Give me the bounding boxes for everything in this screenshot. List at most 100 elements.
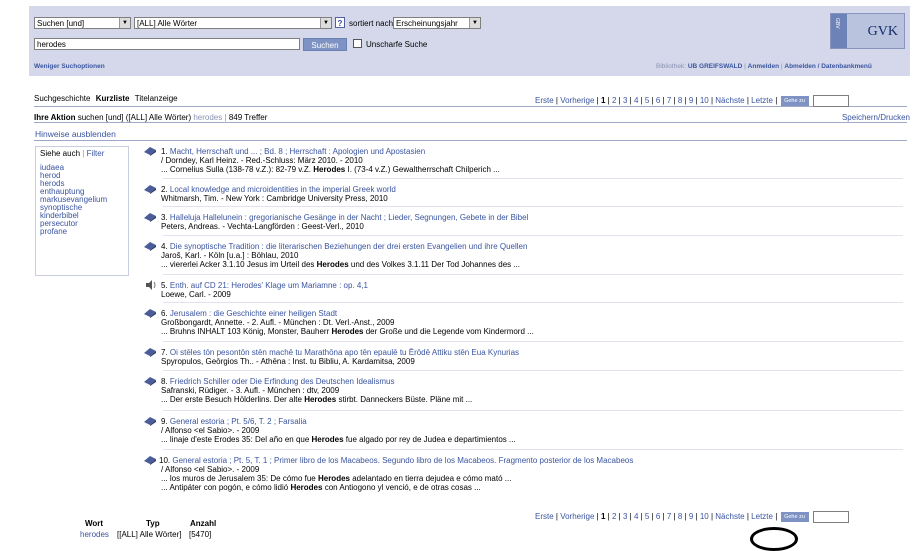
divider xyxy=(163,206,903,207)
pager-last[interactable]: Letzte xyxy=(751,96,773,105)
pager-page-8[interactable]: 8 xyxy=(678,512,682,521)
stats-word-link[interactable]: herodes xyxy=(80,530,109,539)
gvk-logo: GBV GVK xyxy=(830,13,905,49)
help-icon[interactable]: ? xyxy=(335,17,345,28)
result-title-link[interactable]: Oi stēles tōn pesontōn stēn machē tu Mar… xyxy=(170,348,519,357)
result-number: 10. xyxy=(159,456,171,465)
result-title-link[interactable]: Jerusalem : die Geschichte einer heilige… xyxy=(170,309,337,318)
result-title-link[interactable]: Halleluja Hallelunein : gregorianische G… xyxy=(170,213,528,222)
goto-input[interactable] xyxy=(812,511,849,523)
pager-page-6[interactable]: 6 xyxy=(656,96,660,105)
result-title-link[interactable]: Friedrich Schiller oder Die Erfindung de… xyxy=(170,377,395,386)
pager-prev[interactable]: Vorherige xyxy=(560,512,594,521)
pager-prev[interactable]: Vorherige xyxy=(560,96,594,105)
result-snippet: ... viererlei Acker 3.1.10 Jesus im Urte… xyxy=(161,260,521,269)
goto-button[interactable]: Gehe zu xyxy=(780,96,809,106)
result-number: 3. xyxy=(161,213,168,222)
pager-page-2[interactable]: 2 xyxy=(612,96,616,105)
fuzzy-search-label: Unscharfe Suche xyxy=(366,40,428,49)
pager-page-3[interactable]: 3 xyxy=(623,96,627,105)
action-label: Ihre Aktion xyxy=(34,113,76,122)
hide-hints-link[interactable]: Hinweise ausblenden xyxy=(35,129,116,139)
fuzzy-search-checkbox[interactable] xyxy=(353,39,362,48)
book-icon xyxy=(144,417,156,426)
chevron-down-icon: ▼ xyxy=(320,18,331,28)
result-number: 5. xyxy=(161,281,168,290)
result-title-link[interactable]: Enth. auf CD 21: Herodes' Klage um Maria… xyxy=(170,281,368,290)
index-select-value: [ALL] Alle Wörter xyxy=(137,19,198,28)
index-select[interactable]: [ALL] Alle Wörter ▼ xyxy=(134,17,332,29)
book-icon xyxy=(144,185,156,194)
pager-page-9[interactable]: 9 xyxy=(689,96,693,105)
sort-select[interactable]: Erscheinungsjahr ▼ xyxy=(393,17,481,29)
pager-page-4[interactable]: 4 xyxy=(634,512,638,521)
search-input[interactable]: herodes xyxy=(34,38,300,50)
result-title-link[interactable]: Local knowledge and microidentities in t… xyxy=(170,185,396,194)
tab-title-view[interactable]: Titelanzeige xyxy=(135,94,178,103)
pager-bottom: Erste | Vorherige | 1 | 2 | 3 | 4 | 5 | … xyxy=(535,511,850,523)
result-title-link[interactable]: Die synoptische Tradition : die literari… xyxy=(170,242,528,251)
sort-select-value: Erscheinungsjahr xyxy=(396,19,458,28)
result-details: / Alfonso <el Sabio>. - 2009 xyxy=(161,465,260,474)
result-snippet: ... Antipáter con pogón, e cómo lidió He… xyxy=(161,483,481,492)
pager-page-9[interactable]: 9 xyxy=(689,512,693,521)
book-icon xyxy=(144,377,156,386)
pager-next[interactable]: Nächste xyxy=(715,96,744,105)
search-button[interactable]: Suchen xyxy=(303,38,347,51)
pager-next[interactable]: Nächste xyxy=(715,512,744,521)
see-also-label: Siehe auch xyxy=(40,149,81,158)
pager-page-10[interactable]: 10 xyxy=(700,96,709,105)
tab-short-list[interactable]: Kurzliste xyxy=(96,94,130,103)
pager-page-4[interactable]: 4 xyxy=(634,96,638,105)
pager-last[interactable]: Letzte xyxy=(751,512,773,521)
pager-page-5[interactable]: 5 xyxy=(645,96,649,105)
tab-history[interactable]: Suchgeschichte xyxy=(34,94,90,103)
pager-page-1: 1 xyxy=(600,512,606,522)
pager-page-10[interactable]: 10 xyxy=(700,512,709,521)
login-link[interactable]: Anmelden xyxy=(748,63,779,70)
pager-page-8[interactable]: 8 xyxy=(678,96,682,105)
divider xyxy=(34,122,907,123)
divider xyxy=(163,370,903,371)
fewer-options-link[interactable]: Weniger Suchoptionen xyxy=(34,63,105,70)
logout-link[interactable]: Abmelden / Datenbankmenü xyxy=(784,63,871,70)
library-name-link[interactable]: UB GREIFSWALD xyxy=(688,63,743,70)
pager-page-6[interactable]: 6 xyxy=(656,512,660,521)
pager-page-7[interactable]: 7 xyxy=(667,96,671,105)
goto-button[interactable]: Gehe zu xyxy=(780,512,809,522)
result-title-link[interactable]: General estoria ; Pt. 5, T. 1 ; Primer l… xyxy=(172,456,633,465)
result-snippet: ... Cornelius Sulla (138-78 v.Z.): 82-79… xyxy=(161,165,500,174)
result-snippet: ... linaje d'este Erodes 35: Del año en … xyxy=(161,435,516,444)
stats-header-word: Wort xyxy=(85,519,104,528)
result-details: / Dorndey, Karl Heinz. - Red.-Schluss: M… xyxy=(161,156,363,165)
divider xyxy=(163,302,903,303)
result-title-link[interactable]: Macht, Herrschaft und ... ; Bd. 8 ; Herr… xyxy=(170,147,425,156)
result-details: Großbongardt, Annette. - 2. Aufl. - Münc… xyxy=(161,318,395,327)
pager-page-1: 1 xyxy=(600,96,606,106)
result-number: 1. xyxy=(161,147,168,156)
pager-first[interactable]: Erste xyxy=(535,96,554,105)
stats-header-count: Anzahl xyxy=(190,519,217,528)
view-tabs: Suchgeschichte Kurzliste Titelanzeige xyxy=(34,94,178,103)
pager-page-7[interactable]: 7 xyxy=(667,512,671,521)
filter-link[interactable]: Filter xyxy=(87,149,105,158)
pager-page-3[interactable]: 3 xyxy=(623,512,627,521)
pager-page-2[interactable]: 2 xyxy=(612,512,616,521)
pager-first[interactable]: Erste xyxy=(535,512,554,521)
book-icon xyxy=(144,309,156,318)
chevron-down-icon: ▼ xyxy=(469,18,480,28)
result-number: 2. xyxy=(161,185,168,194)
pager-page-5[interactable]: 5 xyxy=(645,512,649,521)
divider xyxy=(163,235,903,236)
divider xyxy=(163,178,903,179)
field-select[interactable]: Suchen [und] ▼ xyxy=(34,17,131,29)
goto-input[interactable] xyxy=(812,95,849,107)
action-text: suchen [und] ([ALL] Alle Wörter) xyxy=(77,113,192,122)
see-also-item[interactable]: profane xyxy=(40,227,67,236)
result-details: Safranski, Rüdiger. - 3. Aufl. - München… xyxy=(161,386,340,395)
save-print-link[interactable]: Speichern/Drucken xyxy=(842,113,910,122)
action-line: Ihre Aktion suchen [und] ([ALL] Alle Wör… xyxy=(34,113,268,122)
library-label: Bibliothek: xyxy=(656,63,686,70)
result-number: 8. xyxy=(161,377,168,386)
result-title-link[interactable]: General estoria ; Pt. 5/6, T. 2 ; Farsal… xyxy=(170,417,307,426)
